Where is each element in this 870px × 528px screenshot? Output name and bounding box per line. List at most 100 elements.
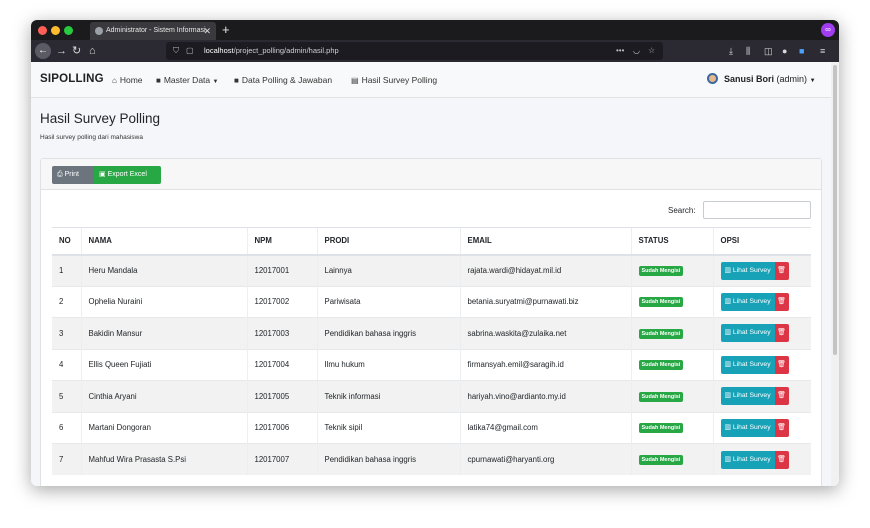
nav-home[interactable]: ⌂ Home (112, 75, 143, 85)
account-icon[interactable]: ● (782, 43, 787, 59)
cell-nama: Cinthia Aryani (80, 380, 247, 412)
status-badge: Sudah Mengisi (638, 391, 684, 402)
url-text: localhost/project_polling/admin/hasil.ph… (204, 46, 339, 55)
user-menu[interactable]: Sanusi Bori (admin) ▼ (707, 73, 816, 84)
nav-master-data[interactable]: ■ Master Data ▼ (156, 75, 218, 85)
column-header-nama[interactable]: NAMA (80, 227, 247, 256)
private-mask-icon: ∞ (821, 23, 835, 37)
close-window-button[interactable] (38, 26, 47, 35)
cell-prodi: Teknik informasi (316, 380, 460, 412)
delete-button[interactable]: 🗑 (774, 418, 789, 437)
cell-status: Sudah Mengisi (630, 254, 713, 286)
delete-button[interactable]: 🗑 (774, 324, 789, 343)
table-row: 7 Mahfud Wira Prasasta S.Psi 12017007 Pendi… (52, 443, 811, 475)
cell-status: Sudah Mengisi (630, 285, 713, 318)
trash-icon: 🗑 (777, 329, 787, 337)
file-icon: ▤ (351, 76, 359, 85)
delete-button[interactable]: 🗑 (774, 292, 789, 311)
cell-prodi: Pendidikan bahasa inggris (316, 317, 460, 349)
back-icon[interactable]: ← (35, 43, 51, 59)
cell-status: Sudah Mengisi (630, 380, 713, 412)
download-icon[interactable]: ⤓ (729, 43, 733, 59)
nav-hasil-survey[interactable]: ▤ Hasil Survey Polling (351, 75, 437, 85)
cell-npm: 12017006 (246, 411, 317, 444)
column-header-email[interactable]: EMAIL (459, 227, 631, 256)
folder-icon: ■ (156, 76, 161, 85)
delete-button[interactable]: 🗑 (774, 387, 789, 406)
more-icon[interactable]: ••• (616, 42, 624, 60)
home-icon[interactable]: ⌂ (89, 43, 96, 59)
trash-icon: 🗑 (777, 297, 787, 305)
status-badge: Sudah Mengisi (638, 328, 684, 339)
delete-button[interactable]: 🗑 (774, 355, 789, 374)
chart-icon: ▥ (724, 266, 731, 274)
cell-nama: Heru Mandala (80, 254, 247, 286)
trash-icon: 🗑 (777, 360, 787, 368)
view-survey-button[interactable]: ▥ Lihat Survey (720, 292, 775, 311)
cell-status: Sudah Mengisi (630, 443, 713, 475)
export-excel-button[interactable]: ▣ Export Excel (94, 166, 161, 184)
table-header-row: NO NAMA NPM PRODI EMAIL STATUS OPSI (52, 227, 811, 256)
status-badge: Sudah Mengisi (638, 266, 684, 276)
trash-icon: 🗑 (777, 455, 787, 463)
main-content: Hasil Survey Polling Hasil survey pollin… (31, 98, 831, 486)
nav-data-polling[interactable]: ■ Data Polling & Jawaban (234, 75, 332, 85)
cell-status: Sudah Mengisi (630, 317, 713, 349)
cell-no: 7 (52, 443, 81, 475)
extension-icon[interactable]: ■ (799, 43, 804, 59)
table-row: 5 Cinthia Aryani 12017005 Teknik informasi h… (52, 380, 811, 412)
minimize-window-button[interactable] (51, 26, 60, 35)
view-survey-button[interactable]: ▥ Lihat Survey (720, 355, 775, 374)
view-survey-label: Lihat Survey (732, 360, 771, 368)
cell-nama: Ophelia Nuraini (80, 285, 247, 318)
cell-opsi: ▥ Lihat Survey 🗑 (712, 285, 811, 318)
cell-npm: 12017003 (246, 317, 317, 349)
forward-icon[interactable]: → (56, 43, 67, 59)
menu-icon[interactable]: ≡ (820, 43, 825, 59)
new-tab-icon[interactable]: + (222, 21, 230, 39)
close-tab-icon[interactable]: ✕ (203, 22, 211, 40)
scrollbar-thumb[interactable] (833, 65, 837, 355)
reload-icon[interactable]: ↻ (72, 43, 81, 59)
delete-button[interactable]: 🗑 (774, 261, 789, 280)
view-survey-label: Lihat Survey (732, 329, 771, 337)
brand-logo[interactable]: SIPOLLING (40, 73, 104, 85)
browser-tab[interactable]: Administrator - Sistem Informasi ✕ (90, 22, 216, 40)
cell-nama: Bakidin Mansur (80, 317, 247, 349)
view-survey-button[interactable]: ▥ Lihat Survey (720, 387, 775, 406)
sidebar-icon[interactable]: ◫ (764, 43, 773, 59)
column-header-opsi[interactable]: OPSI (712, 227, 811, 256)
table-body: 1 Heru Mandala 12017001 Lainnya rajata.wardi… (52, 254, 811, 475)
star-icon[interactable]: ☆ (648, 42, 655, 60)
column-header-prodi[interactable]: PRODI (316, 227, 460, 256)
cell-nama: Mahfud Wira Prasasta S.Psi (80, 443, 247, 475)
maximize-window-button[interactable] (64, 26, 73, 35)
view-survey-button[interactable]: ▥ Lihat Survey (720, 261, 775, 280)
view-survey-button[interactable]: ▥ Lihat Survey (720, 450, 775, 469)
search-input[interactable] (703, 201, 811, 219)
cell-email: firmansyah.emil@saragih.id (459, 348, 631, 381)
page-icon: ▢ (186, 46, 194, 55)
pocket-icon[interactable]: ◡ (633, 42, 640, 60)
address-bar[interactable]: ⛉ ▢ localhost/project_polling/admin/hasi… (166, 42, 663, 60)
caret-down-icon: ▼ (809, 78, 816, 84)
library-icon[interactable]: ⫼ (746, 43, 750, 59)
cell-npm: 12017005 (246, 380, 317, 412)
cell-prodi: Teknik sipil (316, 411, 460, 444)
view-survey-button[interactable]: ▥ Lihat Survey (720, 418, 775, 437)
cell-email: hariyah.vino@ardianto.my.id (459, 380, 631, 412)
column-header-no[interactable]: NO (52, 227, 81, 256)
table-row: 3 Bakidin Mansur 12017003 Pendidikan bahasa… (52, 317, 811, 349)
excel-file-icon: ▣ (99, 171, 106, 178)
column-header-status[interactable]: STATUS (630, 227, 713, 256)
column-header-npm[interactable]: NPM (246, 227, 317, 256)
cell-npm: 12017001 (246, 254, 317, 286)
view-survey-button[interactable]: ▥ Lihat Survey (720, 324, 775, 343)
delete-button[interactable]: 🗑 (774, 450, 789, 469)
results-table: NO NAMA NPM PRODI EMAIL STATUS OPSI 1 Her… (52, 227, 811, 475)
app-navbar: SIPOLLING ⌂ Home ■ Master Data ▼ ■ Data Pol… (31, 62, 831, 98)
results-card: ⎙ Print ▣ Export Excel Search: NO NAMA N… (40, 158, 822, 486)
chart-icon: ▥ (724, 297, 731, 305)
view-survey-label: Lihat Survey (732, 423, 771, 431)
print-button[interactable]: ⎙ Print (52, 166, 94, 184)
